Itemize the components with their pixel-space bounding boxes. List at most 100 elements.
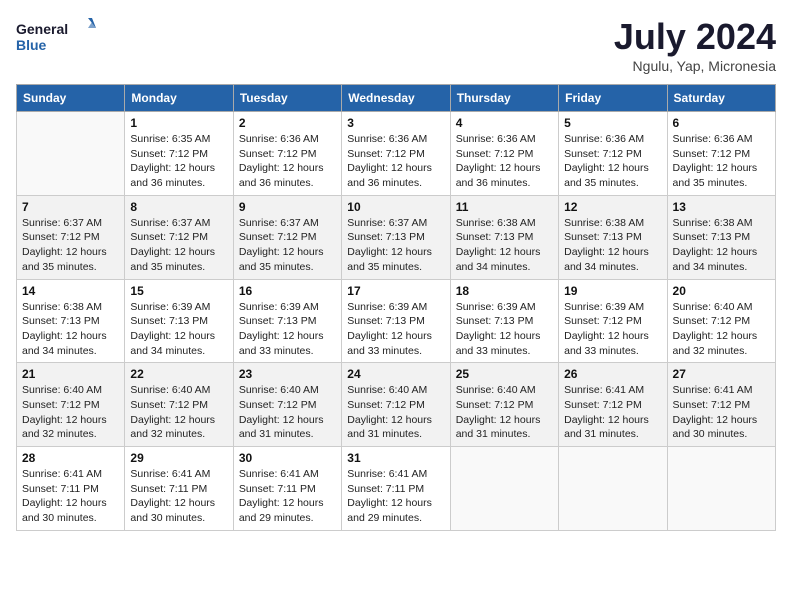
calendar-cell [17,112,125,196]
day-number: 23 [239,367,336,381]
calendar-cell [667,447,775,531]
day-number: 20 [673,284,770,298]
calendar-cell: 1 Sunrise: 6:35 AMSunset: 7:12 PMDayligh… [125,112,233,196]
day-info: Sunrise: 6:40 AMSunset: 7:12 PMDaylight:… [673,301,758,357]
calendar-cell: 14 Sunrise: 6:38 AMSunset: 7:13 PMDaylig… [17,279,125,363]
calendar-cell: 24 Sunrise: 6:40 AMSunset: 7:12 PMDaylig… [342,363,450,447]
calendar-cell: 3 Sunrise: 6:36 AMSunset: 7:12 PMDayligh… [342,112,450,196]
day-header: Friday [559,85,667,112]
day-header: Sunday [17,85,125,112]
day-number: 2 [239,116,336,130]
day-number: 24 [347,367,444,381]
calendar-table: SundayMondayTuesdayWednesdayThursdayFrid… [16,84,776,531]
calendar-cell: 16 Sunrise: 6:39 AMSunset: 7:13 PMDaylig… [233,279,341,363]
calendar-cell: 19 Sunrise: 6:39 AMSunset: 7:12 PMDaylig… [559,279,667,363]
day-info: Sunrise: 6:40 AMSunset: 7:12 PMDaylight:… [130,384,215,440]
logo-svg: General Blue [16,16,96,60]
day-info: Sunrise: 6:36 AMSunset: 7:12 PMDaylight:… [564,133,649,189]
day-number: 4 [456,116,553,130]
calendar-week-row: 14 Sunrise: 6:38 AMSunset: 7:13 PMDaylig… [17,279,776,363]
day-number: 19 [564,284,661,298]
day-header: Saturday [667,85,775,112]
day-number: 18 [456,284,553,298]
calendar-cell: 7 Sunrise: 6:37 AMSunset: 7:12 PMDayligh… [17,195,125,279]
day-info: Sunrise: 6:38 AMSunset: 7:13 PMDaylight:… [456,217,541,273]
day-number: 13 [673,200,770,214]
day-number: 28 [22,451,119,465]
day-header: Tuesday [233,85,341,112]
day-header: Wednesday [342,85,450,112]
calendar-cell: 31 Sunrise: 6:41 AMSunset: 7:11 PMDaylig… [342,447,450,531]
day-number: 6 [673,116,770,130]
day-number: 5 [564,116,661,130]
day-info: Sunrise: 6:41 AMSunset: 7:12 PMDaylight:… [564,384,649,440]
day-number: 8 [130,200,227,214]
day-info: Sunrise: 6:41 AMSunset: 7:11 PMDaylight:… [22,468,107,524]
day-info: Sunrise: 6:37 AMSunset: 7:12 PMDaylight:… [130,217,215,273]
day-info: Sunrise: 6:39 AMSunset: 7:12 PMDaylight:… [564,301,649,357]
calendar-week-row: 1 Sunrise: 6:35 AMSunset: 7:12 PMDayligh… [17,112,776,196]
calendar-cell [559,447,667,531]
calendar-week-row: 28 Sunrise: 6:41 AMSunset: 7:11 PMDaylig… [17,447,776,531]
day-info: Sunrise: 6:37 AMSunset: 7:12 PMDaylight:… [22,217,107,273]
calendar-week-row: 7 Sunrise: 6:37 AMSunset: 7:12 PMDayligh… [17,195,776,279]
calendar-cell: 30 Sunrise: 6:41 AMSunset: 7:11 PMDaylig… [233,447,341,531]
day-number: 26 [564,367,661,381]
calendar-cell: 17 Sunrise: 6:39 AMSunset: 7:13 PMDaylig… [342,279,450,363]
day-info: Sunrise: 6:41 AMSunset: 7:11 PMDaylight:… [239,468,324,524]
page-header: General Blue July 2024 Ngulu, Yap, Micro… [16,16,776,74]
calendar-header-row: SundayMondayTuesdayWednesdayThursdayFrid… [17,85,776,112]
day-number: 31 [347,451,444,465]
calendar-cell: 11 Sunrise: 6:38 AMSunset: 7:13 PMDaylig… [450,195,558,279]
day-number: 7 [22,200,119,214]
day-number: 14 [22,284,119,298]
day-number: 15 [130,284,227,298]
title-block: July 2024 Ngulu, Yap, Micronesia [614,16,776,74]
day-number: 9 [239,200,336,214]
day-info: Sunrise: 6:39 AMSunset: 7:13 PMDaylight:… [130,301,215,357]
calendar-cell: 28 Sunrise: 6:41 AMSunset: 7:11 PMDaylig… [17,447,125,531]
day-number: 17 [347,284,444,298]
calendar-cell: 10 Sunrise: 6:37 AMSunset: 7:13 PMDaylig… [342,195,450,279]
calendar-cell: 15 Sunrise: 6:39 AMSunset: 7:13 PMDaylig… [125,279,233,363]
calendar-cell: 25 Sunrise: 6:40 AMSunset: 7:12 PMDaylig… [450,363,558,447]
calendar-cell: 13 Sunrise: 6:38 AMSunset: 7:13 PMDaylig… [667,195,775,279]
day-info: Sunrise: 6:38 AMSunset: 7:13 PMDaylight:… [673,217,758,273]
day-info: Sunrise: 6:40 AMSunset: 7:12 PMDaylight:… [456,384,541,440]
calendar-cell: 29 Sunrise: 6:41 AMSunset: 7:11 PMDaylig… [125,447,233,531]
day-info: Sunrise: 6:40 AMSunset: 7:12 PMDaylight:… [22,384,107,440]
calendar-cell [450,447,558,531]
day-info: Sunrise: 6:40 AMSunset: 7:12 PMDaylight:… [347,384,432,440]
day-number: 22 [130,367,227,381]
day-info: Sunrise: 6:36 AMSunset: 7:12 PMDaylight:… [347,133,432,189]
day-info: Sunrise: 6:39 AMSunset: 7:13 PMDaylight:… [456,301,541,357]
calendar-cell: 12 Sunrise: 6:38 AMSunset: 7:13 PMDaylig… [559,195,667,279]
day-number: 27 [673,367,770,381]
calendar-week-row: 21 Sunrise: 6:40 AMSunset: 7:12 PMDaylig… [17,363,776,447]
day-info: Sunrise: 6:38 AMSunset: 7:13 PMDaylight:… [564,217,649,273]
day-header: Monday [125,85,233,112]
day-number: 1 [130,116,227,130]
calendar-cell: 6 Sunrise: 6:36 AMSunset: 7:12 PMDayligh… [667,112,775,196]
day-info: Sunrise: 6:36 AMSunset: 7:12 PMDaylight:… [673,133,758,189]
calendar-cell: 18 Sunrise: 6:39 AMSunset: 7:13 PMDaylig… [450,279,558,363]
logo: General Blue [16,16,96,60]
calendar-cell: 2 Sunrise: 6:36 AMSunset: 7:12 PMDayligh… [233,112,341,196]
calendar-cell: 4 Sunrise: 6:36 AMSunset: 7:12 PMDayligh… [450,112,558,196]
day-info: Sunrise: 6:37 AMSunset: 7:13 PMDaylight:… [347,217,432,273]
day-info: Sunrise: 6:36 AMSunset: 7:12 PMDaylight:… [239,133,324,189]
day-number: 21 [22,367,119,381]
day-number: 25 [456,367,553,381]
svg-text:Blue: Blue [16,37,47,53]
day-info: Sunrise: 6:39 AMSunset: 7:13 PMDaylight:… [347,301,432,357]
day-info: Sunrise: 6:40 AMSunset: 7:12 PMDaylight:… [239,384,324,440]
calendar-cell: 27 Sunrise: 6:41 AMSunset: 7:12 PMDaylig… [667,363,775,447]
calendar-cell: 9 Sunrise: 6:37 AMSunset: 7:12 PMDayligh… [233,195,341,279]
svg-text:General: General [16,21,68,37]
calendar-cell: 5 Sunrise: 6:36 AMSunset: 7:12 PMDayligh… [559,112,667,196]
day-info: Sunrise: 6:39 AMSunset: 7:13 PMDaylight:… [239,301,324,357]
day-header: Thursday [450,85,558,112]
day-info: Sunrise: 6:41 AMSunset: 7:12 PMDaylight:… [673,384,758,440]
day-info: Sunrise: 6:38 AMSunset: 7:13 PMDaylight:… [22,301,107,357]
day-info: Sunrise: 6:36 AMSunset: 7:12 PMDaylight:… [456,133,541,189]
